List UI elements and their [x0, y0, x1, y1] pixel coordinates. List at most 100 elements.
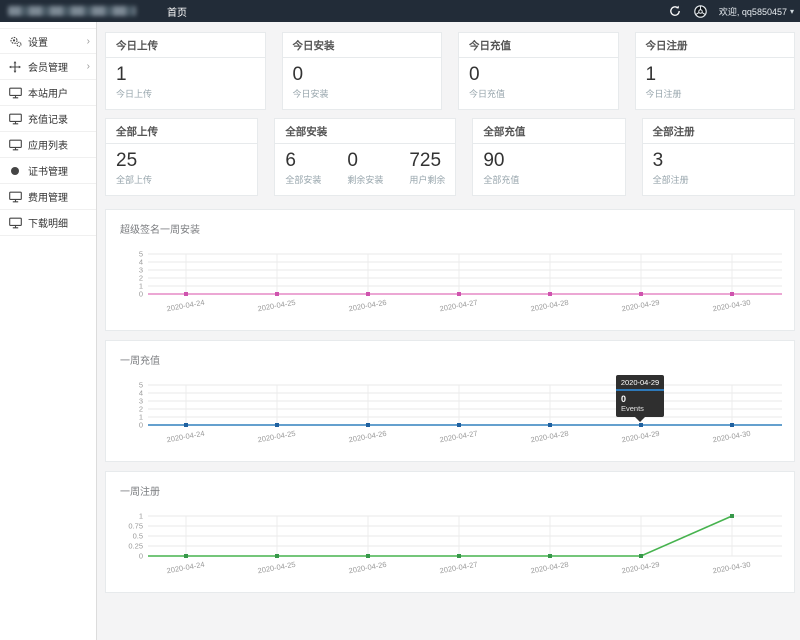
- stat-cards-row-2: 全部上传 25 全部上传 全部安装 6 全部安装 0 剩余安装 725 用户剩余: [105, 118, 795, 196]
- top-navbar: 首页 欢迎, qq5850457 ▾: [0, 0, 800, 22]
- desktop-icon: [9, 191, 23, 203]
- svg-text:2020-04-27: 2020-04-27: [439, 429, 478, 445]
- stat-label: 剩余安装: [347, 173, 383, 186]
- sidebar-item-members[interactable]: 会员管理 ›: [0, 54, 96, 80]
- caret-down-icon: ▾: [790, 7, 794, 16]
- stat-value: 0: [347, 151, 383, 172]
- welcome-user-menu[interactable]: 欢迎, qq5850457 ▾: [719, 5, 794, 18]
- sidebar-item-label: 费用管理: [28, 189, 68, 204]
- chart-panel-weekly-installs: 超级签名一周安装 0123452020-04-242020-04-252020-…: [105, 209, 795, 331]
- cogs-icon: [9, 35, 23, 47]
- stat-value: 25: [116, 151, 152, 172]
- stat-cards-row-1: 今日上传 1 今日上传 今日安装 0 今日安装 今日充值 0 今日充值 今日注册…: [105, 32, 795, 110]
- sidebar-item-fees[interactable]: 费用管理: [0, 184, 96, 210]
- svg-text:0.75: 0.75: [128, 521, 143, 530]
- desktop-icon: [9, 113, 23, 125]
- svg-text:2020-04-25: 2020-04-25: [257, 560, 296, 576]
- sidebar-item-recharge-records[interactable]: 充值记录: [0, 106, 96, 132]
- card-header: 全部安装: [275, 119, 455, 144]
- sidebar: 设置 › 会员管理 › 本站用户 充值记录: [0, 22, 97, 640]
- stat-card-today-registrations: 今日注册 1 今日注册: [635, 32, 796, 110]
- svg-text:4: 4: [139, 257, 143, 266]
- stat-card-today-installs: 今日安装 0 今日安装: [282, 32, 443, 110]
- svg-text:2020-04-24: 2020-04-24: [166, 560, 205, 576]
- stat-value: 6: [285, 151, 321, 172]
- chart-canvas[interactable]: 0123452020-04-242020-04-252020-04-262020…: [118, 246, 782, 318]
- stat-card-today-uploads: 今日上传 1 今日上传: [105, 32, 266, 110]
- card-header: 全部注册: [643, 119, 794, 144]
- svg-text:0.25: 0.25: [128, 541, 143, 550]
- chart-canvas[interactable]: 0123452020-04-242020-04-252020-04-262020…: [118, 377, 782, 449]
- nav-home-link[interactable]: 首页: [155, 0, 199, 22]
- svg-text:2020-04-24: 2020-04-24: [166, 298, 205, 314]
- svg-text:3: 3: [139, 396, 143, 405]
- svg-text:4: 4: [139, 388, 143, 397]
- svg-text:1: 1: [139, 412, 143, 421]
- sidebar-item-certificates[interactable]: 证书管理: [0, 158, 96, 184]
- sidebar-item-app-list[interactable]: 应用列表: [0, 132, 96, 158]
- card-header: 今日注册: [636, 33, 795, 58]
- svg-text:2: 2: [139, 404, 143, 413]
- stat-card-total-registrations: 全部注册 3 全部注册: [642, 118, 795, 196]
- chart-title: 超级签名一周安装: [120, 221, 782, 236]
- sidebar-item-download-details[interactable]: 下载明细: [0, 210, 96, 236]
- svg-text:1: 1: [139, 511, 143, 520]
- chart-panel-weekly-recharge: 一周充值 0123452020-04-242020-04-252020-04-2…: [105, 340, 795, 462]
- desktop-icon: [9, 217, 23, 229]
- welcome-text: 欢迎, qq5850457: [719, 5, 787, 18]
- card-header: 全部上传: [106, 119, 257, 144]
- stat-value: 3: [653, 151, 689, 172]
- svg-text:2020-04-27: 2020-04-27: [439, 298, 478, 314]
- svg-text:2: 2: [139, 273, 143, 282]
- user-avatar-icon[interactable]: [694, 5, 707, 18]
- svg-text:2020-04-25: 2020-04-25: [257, 298, 296, 314]
- svg-text:2020-04-26: 2020-04-26: [348, 298, 387, 314]
- stat-value: 0: [293, 65, 329, 86]
- stat-value: 0: [469, 65, 505, 86]
- chart-panel-weekly-registrations: 一周注册 00.250.50.7512020-04-242020-04-2520…: [105, 471, 795, 593]
- stat-value: 1: [116, 65, 152, 86]
- circle-icon: [9, 165, 23, 177]
- card-header: 今日安装: [283, 33, 442, 58]
- stat-card-today-recharge: 今日充值 0 今日充值: [458, 32, 619, 110]
- stat-label: 今日注册: [646, 87, 682, 100]
- main-content: 今日上传 1 今日上传 今日安装 0 今日安装 今日充值 0 今日充值 今日注册…: [97, 0, 800, 593]
- svg-text:2020-04-28: 2020-04-28: [530, 429, 569, 445]
- chart-tooltip: 2020-04-29 0 Events: [616, 375, 664, 417]
- stat-card-total-uploads: 全部上传 25 全部上传: [105, 118, 258, 196]
- stat-value: 725: [409, 151, 445, 172]
- svg-text:2020-04-29: 2020-04-29: [621, 560, 660, 576]
- stat-label: 今日安装: [293, 87, 329, 100]
- svg-text:2020-04-30: 2020-04-30: [712, 298, 751, 314]
- stat-value: 1: [646, 65, 682, 86]
- svg-text:1: 1: [139, 281, 143, 290]
- refresh-icon[interactable]: [669, 5, 682, 18]
- svg-text:0: 0: [139, 289, 143, 298]
- brand-logo-blurred[interactable]: [8, 6, 136, 16]
- tooltip-value: 0: [616, 391, 664, 404]
- desktop-icon: [9, 87, 23, 99]
- arrows-icon: [9, 61, 23, 73]
- sidebar-item-label: 充值记录: [28, 111, 68, 126]
- svg-text:2020-04-29: 2020-04-29: [621, 429, 660, 445]
- svg-text:2020-04-24: 2020-04-24: [166, 429, 205, 445]
- card-header: 今日上传: [106, 33, 265, 58]
- svg-text:2020-04-29: 2020-04-29: [621, 298, 660, 314]
- stat-label: 全部注册: [653, 173, 689, 186]
- stat-label: 今日上传: [116, 87, 152, 100]
- sidebar-item-site-users[interactable]: 本站用户: [0, 80, 96, 106]
- chevron-right-icon: ›: [87, 36, 90, 47]
- sidebar-item-settings[interactable]: 设置 ›: [0, 28, 96, 54]
- brand-area: [0, 6, 155, 16]
- chart-canvas[interactable]: 00.250.50.7512020-04-242020-04-252020-04…: [118, 508, 782, 580]
- tooltip-date: 2020-04-29: [616, 375, 664, 391]
- sidebar-item-label: 会员管理: [28, 59, 68, 74]
- stat-value: 90: [483, 151, 519, 172]
- stat-label: 全部上传: [116, 173, 152, 186]
- stat-label: 全部安装: [285, 173, 321, 186]
- sidebar-item-label: 应用列表: [28, 137, 68, 152]
- sidebar-item-label: 本站用户: [28, 85, 68, 100]
- stat-card-total-recharge: 全部充值 90 全部充值: [472, 118, 625, 196]
- card-header: 全部充值: [473, 119, 624, 144]
- svg-text:2020-04-27: 2020-04-27: [439, 560, 478, 576]
